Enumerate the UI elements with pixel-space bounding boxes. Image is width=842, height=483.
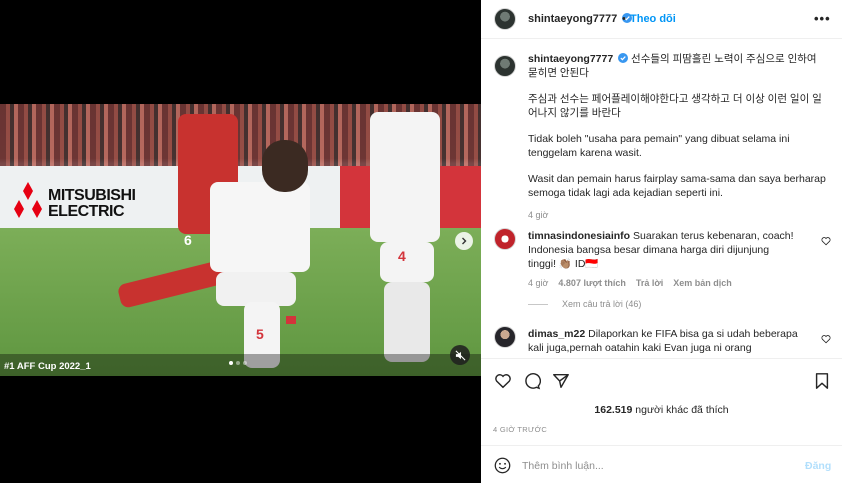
comment-translate-button[interactable]: Xem bản dịch [673,276,732,290]
emoji-icon[interactable] [494,457,511,474]
player-white-4 [370,112,440,242]
media-panel: MITSUBISHI ELECTRIC 6 5 4 #1 AFF Cup 202… [0,0,481,483]
post-header: shintaeyong7777 • Theo dõi ••• [481,0,842,39]
carousel-dot[interactable] [236,361,240,365]
likes-text: người khác đã thích [635,404,729,416]
commenter-avatar[interactable] [494,326,516,348]
carousel-dots [229,361,247,365]
commenter-username[interactable]: timnasindonesiainfo [528,230,630,242]
likes-count[interactable]: 162.519 [594,404,632,416]
comment-item: timnasindonesiainfo Suarakan terus keben… [528,229,798,290]
view-replies-label[interactable]: Xem câu trả lời (46) [562,299,641,309]
heart-icon[interactable] [494,372,512,390]
board-text-line1: MITSUBISHI [48,187,136,204]
more-options-button[interactable]: ••• [814,11,831,26]
mute-button[interactable] [450,345,470,365]
caption-paragraph-indonesian-1: Tidak boleh "usaha para pemain" yang dib… [528,133,790,159]
add-comment-bar: Đăng [481,445,842,483]
header-separator: • [622,13,626,25]
comment-time: 4 giờ [528,278,549,288]
player-white-5-head [262,140,308,192]
bookmark-icon[interactable] [813,372,831,390]
board-text: MITSUBISHI ELECTRIC [48,187,136,220]
comment-reply-button[interactable]: Trả lời [636,276,663,290]
commenter-username[interactable]: dimas_m22 [528,328,585,340]
comment-meta: 4 giờ 4.807 lượt thích Trả lời Xem bản d… [528,276,798,290]
chevron-right-icon [462,237,467,245]
commenter-avatar[interactable] [494,228,516,250]
likes-summary[interactable]: 162.519 người khác đã thích [481,404,842,416]
comments-section[interactable]: shintaeyong7777 선수들의 피땀흘린 노력이 주심으로 인하여 묻… [481,40,842,358]
caption-time: 4 giờ [528,210,549,220]
caption-paragraph-indonesian-2: Wasit dan pemain harus fairplay sama-sam… [528,173,826,199]
author-username-text[interactable]: shintaeyong7777 [528,13,617,25]
next-slide-button[interactable] [455,232,473,250]
share-icon[interactable] [552,372,570,390]
post-actions: 162.519 người khác đã thích 4 GIỜ TRƯỚC [481,358,842,456]
comment-item: dimas_m22 Dilaporkan ke FIFA bisa ga si … [528,327,803,355]
board-text-line2: ELECTRIC [48,203,125,220]
view-replies-button[interactable]: Xem câu trả lời (46) [528,299,641,309]
mitsubishi-logo [14,182,42,218]
author-avatar[interactable] [494,8,516,30]
video-caption: #1 AFF Cup 2022_1 [4,361,91,372]
player-white-4-shorts [380,242,434,282]
post-time[interactable]: 4 GIỜ TRƯỚC [493,425,547,434]
caption-paragraph-korean: 주심과 선수는 페어플레이해야한다고 생각하고 더 이상 이런 일이 일어나지 … [528,93,822,119]
replies-divider [528,303,548,305]
post-comment-button[interactable]: Đăng [805,460,831,472]
comment-like-heart-icon[interactable] [821,236,831,246]
player-white-5-shorts [216,272,296,306]
comment-likes[interactable]: 4.807 lượt thích [558,276,625,290]
jersey-number-6: 6 [184,232,192,248]
comment-icon[interactable] [523,372,541,390]
jersey-number-5: 5 [256,326,264,342]
jersey-number-4: 4 [398,248,406,264]
comment-input[interactable] [522,458,782,474]
post-video[interactable]: MITSUBISHI ELECTRIC 6 5 4 [0,104,481,376]
verified-badge-icon [618,53,629,63]
post-details-panel: shintaeyong7777 • Theo dõi ••• shintaeyo… [481,0,842,483]
caption-username[interactable]: shintaeyong7777 [528,53,613,65]
jersey-flag [286,316,296,324]
speaker-muted-icon [455,350,465,360]
author-username[interactable]: shintaeyong7777 [528,13,633,25]
carousel-dot[interactable] [243,361,247,365]
comment-like-heart-icon[interactable] [821,334,831,344]
carousel-dot-active[interactable] [229,361,233,365]
player-white-4-legs [384,282,430,362]
post-caption: shintaeyong7777 선수들의 피땀흘린 노력이 주심으로 인하여 묻… [528,52,828,222]
caption-author-avatar[interactable] [494,55,516,77]
follow-button[interactable]: Theo dõi [630,13,676,25]
player-white-5 [210,182,310,272]
instagram-post-modal: MITSUBISHI ELECTRIC 6 5 4 #1 AFF Cup 202… [0,0,842,483]
